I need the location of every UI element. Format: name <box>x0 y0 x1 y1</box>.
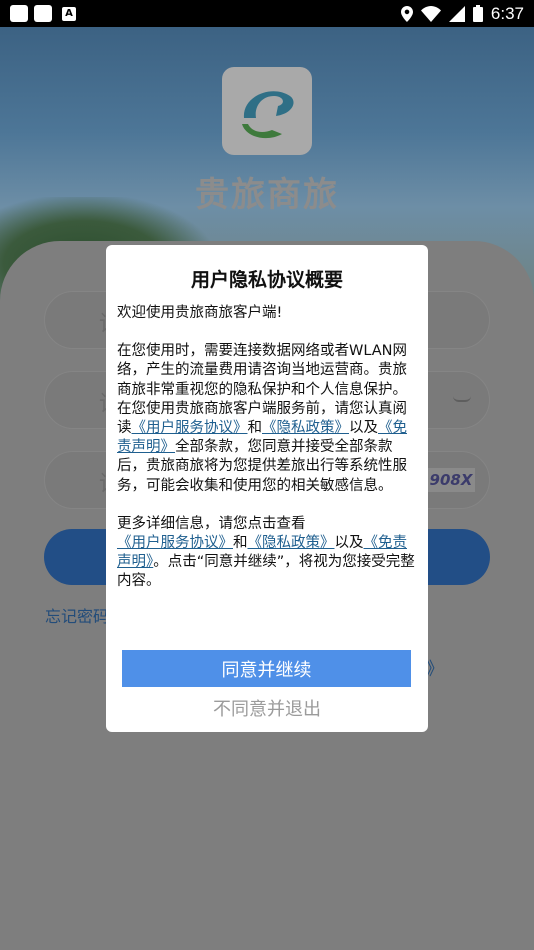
privacy-paragraph-1: 在您使用时，需要连接数据网络或者WLAN网络，产生的流量费用请咨询当地运营商。贵… <box>117 343 408 494</box>
decline-exit-button[interactable]: 不同意并退出 <box>106 695 428 721</box>
accept-continue-button[interactable]: 同意并继续 <box>122 650 411 687</box>
privacy-paragraph-2: 更多详细信息，请您点击查看《用户服务协议》和《隐私政策》以及《免责声明》。点击“… <box>117 515 415 590</box>
dialog-body: 欢迎使用贵旅商旅客户端! 在您使用时，需要连接数据网络或者WLAN网络，产生的流… <box>117 304 419 592</box>
battery-icon <box>472 5 483 22</box>
notification-icon <box>10 5 28 22</box>
dialog-title: 用户隐私协议概要 <box>190 269 343 291</box>
agreement-link-fragment[interactable]: 》 <box>426 655 444 681</box>
notification-icon <box>34 5 52 22</box>
status-time: 6:37 <box>490 3 524 23</box>
app-name: 贵旅商旅 <box>195 175 339 215</box>
signal-icon <box>448 5 465 22</box>
privacy-policy-link[interactable]: 《隐私政策》 <box>248 535 335 551</box>
service-agreement-link[interactable]: 《用户服务协议》 <box>132 420 248 436</box>
privacy-policy-link[interactable]: 《隐私政策》 <box>262 420 349 436</box>
app-notification-icon: A <box>62 6 76 21</box>
logo-icon <box>242 91 294 139</box>
eye-closed-icon[interactable] <box>453 396 471 402</box>
captcha-image[interactable]: 908X <box>427 468 475 492</box>
welcome-text: 欢迎使用贵旅商旅客户端! <box>117 305 283 321</box>
app-logo <box>222 67 312 155</box>
service-agreement-link[interactable]: 《用户服务协议》 <box>117 535 233 551</box>
location-icon <box>400 5 413 22</box>
privacy-dialog: 用户隐私协议概要 欢迎使用贵旅商旅客户端! 在您使用时，需要连接数据网络或者WL… <box>106 245 428 732</box>
wifi-icon <box>420 5 441 22</box>
forgot-password-link[interactable]: 忘记密码 <box>45 603 109 627</box>
status-bar: A 6:37 <box>0 0 534 27</box>
